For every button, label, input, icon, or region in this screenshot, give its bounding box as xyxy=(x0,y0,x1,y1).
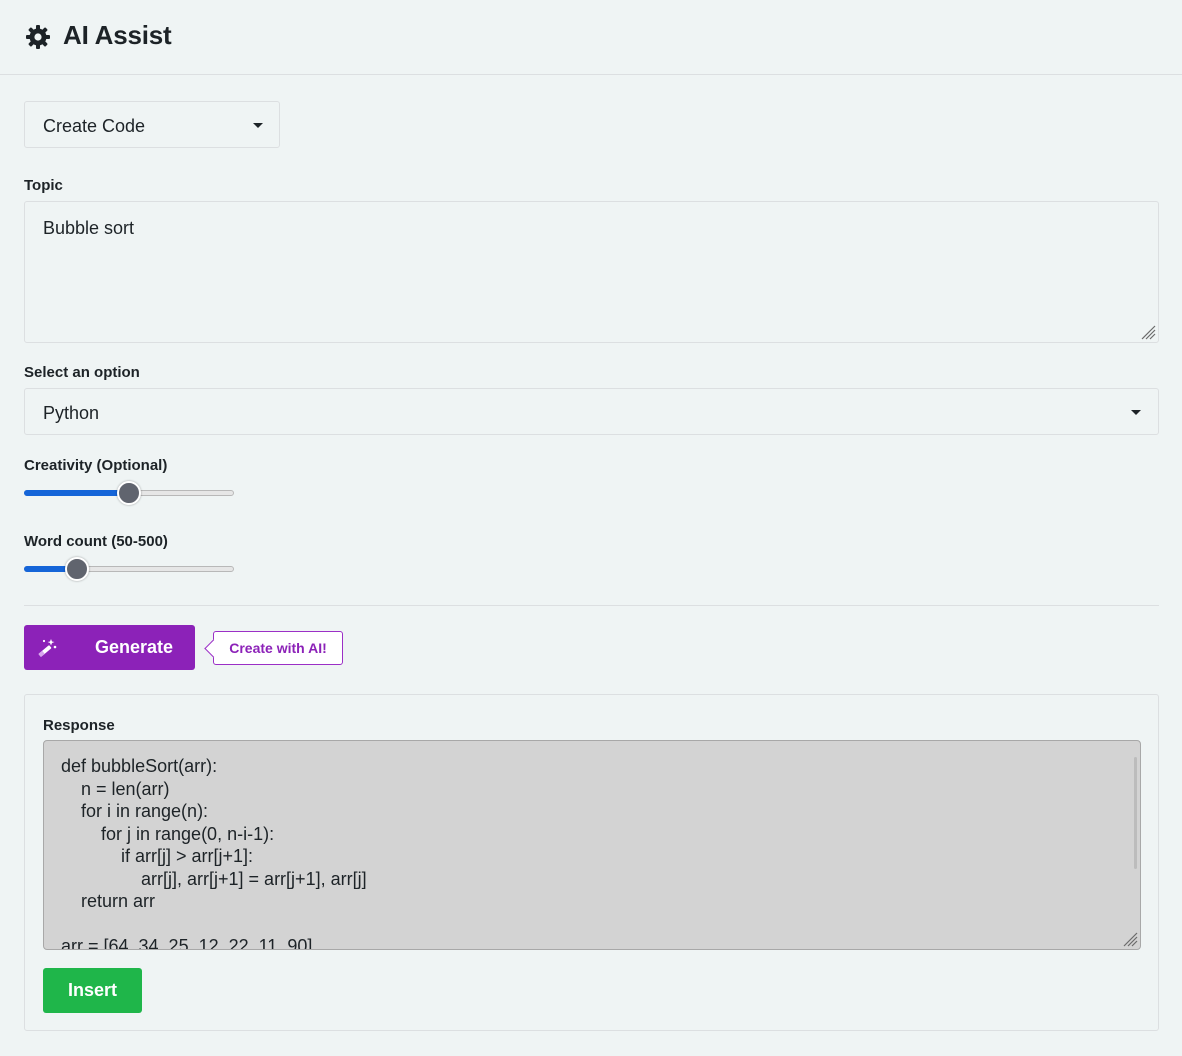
magic-wand-icon xyxy=(38,639,57,658)
topic-value: Bubble sort xyxy=(43,218,135,238)
generate-button[interactable]: Generate xyxy=(24,625,195,670)
generate-button-label: Generate xyxy=(95,637,174,657)
app-header: AI Assist xyxy=(0,0,1182,75)
creativity-slider[interactable] xyxy=(24,480,234,506)
response-code: def bubbleSort(arr): n = len(arr) for i … xyxy=(61,755,367,950)
response-textarea[interactable]: def bubbleSort(arr): n = len(arr) for i … xyxy=(43,740,1141,950)
language-select-value: Python xyxy=(43,403,100,423)
creativity-label: Creativity (Optional) xyxy=(24,457,168,474)
slider-thumb[interactable] xyxy=(117,481,141,505)
topic-textarea[interactable]: Bubble sort xyxy=(24,201,1159,343)
word-count-slider[interactable] xyxy=(24,556,234,582)
chevron-down-icon xyxy=(253,123,263,128)
code-line: if arr[j] > arr[j+1]: xyxy=(61,846,254,866)
code-line: for j in range(0, n-i-1): xyxy=(61,823,275,844)
code-line: arr = [64, 34, 25, 12, 22, 11, 90] xyxy=(61,936,313,950)
code-line: n = len(arr) xyxy=(61,778,170,799)
tooltip-text: Create with AI! xyxy=(229,640,327,656)
insert-button[interactable]: Insert xyxy=(43,968,142,1013)
page-title: AI Assist xyxy=(63,20,172,50)
divider xyxy=(24,605,1159,606)
code-line: arr[j], arr[j+1] = arr[j+1], arr[j] xyxy=(61,868,367,889)
slider-thumb[interactable] xyxy=(64,557,89,581)
language-select[interactable]: Python xyxy=(24,388,1159,435)
resize-grip-icon[interactable] xyxy=(1140,324,1156,340)
generate-tooltip: Create with AI! xyxy=(213,631,343,665)
language-label: Select an option xyxy=(24,364,140,381)
mode-select[interactable]: Create Code xyxy=(24,101,280,148)
word-count-label: Word count (50-500) xyxy=(24,533,168,550)
code-line: def bubbleSort(arr): xyxy=(61,756,218,776)
mode-select-value: Create Code xyxy=(43,116,146,136)
gear-icon xyxy=(26,25,50,49)
response-label: Response xyxy=(43,717,115,734)
scrollbar[interactable] xyxy=(1134,757,1137,869)
resize-grip-icon[interactable] xyxy=(1122,931,1138,947)
code-line: return arr xyxy=(61,891,156,911)
insert-button-label: Insert xyxy=(67,980,118,1000)
topic-label: Topic xyxy=(24,177,63,194)
slider-fill xyxy=(24,490,129,496)
code-line: for i in range(n): xyxy=(61,801,209,821)
chevron-down-icon xyxy=(1131,410,1141,415)
